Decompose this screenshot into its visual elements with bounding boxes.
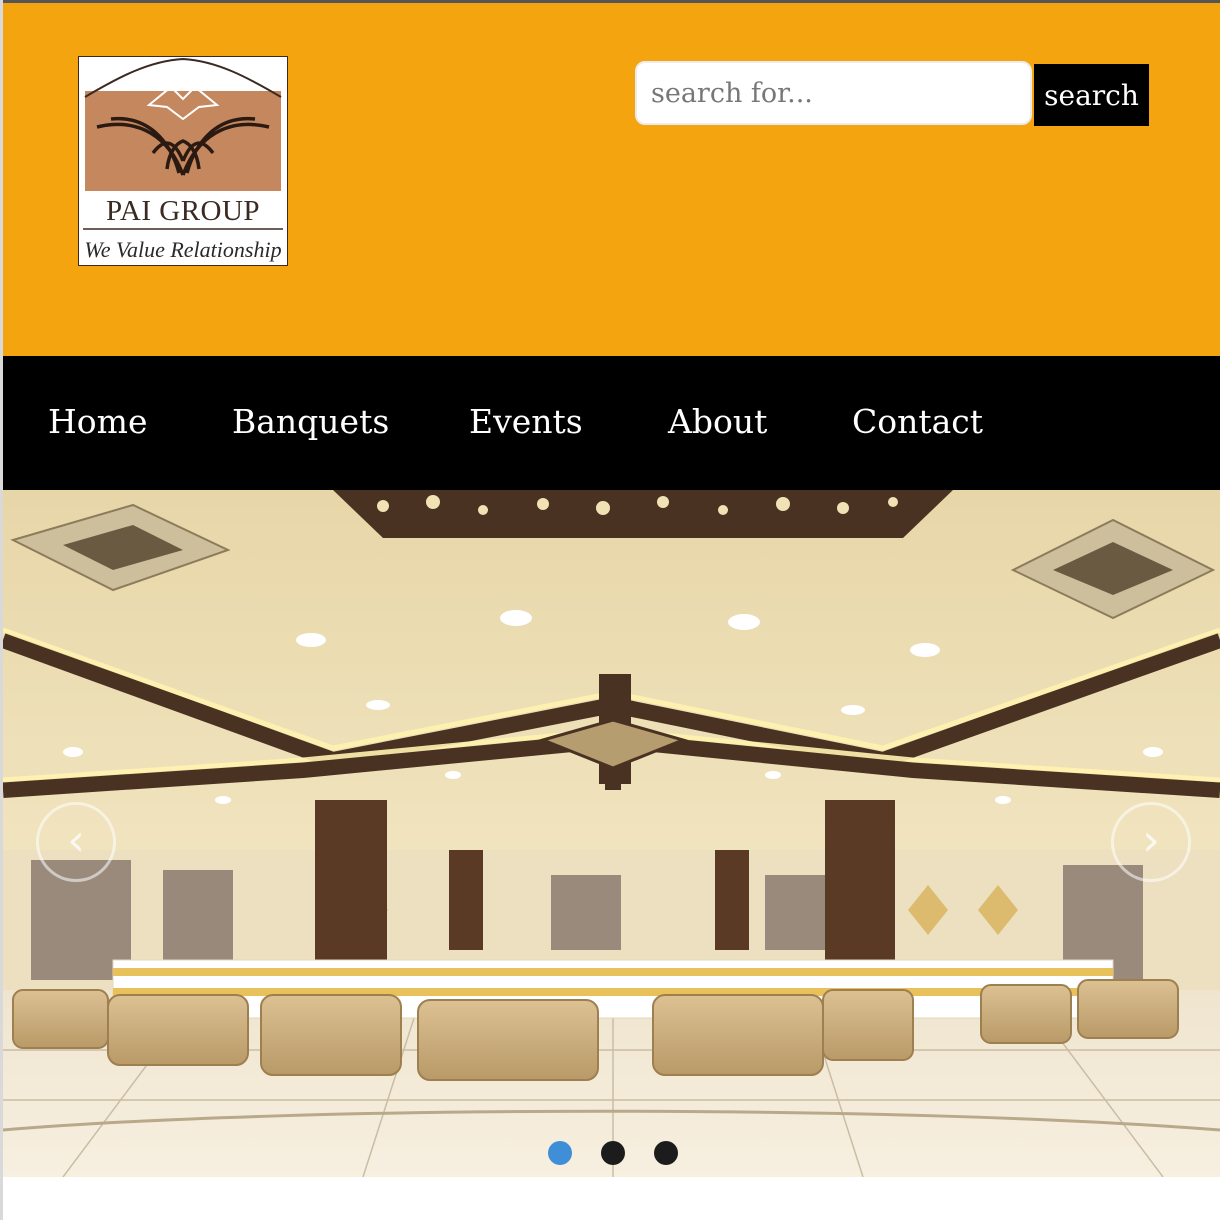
- search-input[interactable]: [635, 61, 1032, 125]
- pai-group-emblem-icon: [83, 57, 283, 230]
- logo-tagline: We Value Relationship: [84, 237, 282, 262]
- site-logo[interactable]: PAI GROUP We Value Relationship: [78, 56, 288, 266]
- carousel-dot-2[interactable]: [601, 1141, 625, 1165]
- nav-item-banquets[interactable]: Banquets: [232, 402, 389, 442]
- carousel-dot-1[interactable]: [548, 1141, 572, 1165]
- nav-item-contact[interactable]: Contact: [852, 402, 983, 442]
- carousel-dot-3[interactable]: [654, 1141, 678, 1165]
- nav-item-home[interactable]: Home: [48, 402, 147, 442]
- hero-carousel: ‹ ›: [3, 490, 1220, 1177]
- banquet-hall-slide-image: [3, 490, 1220, 1177]
- main-navigation: Home Banquets Events About Contact: [3, 356, 1220, 490]
- nav-item-about[interactable]: About: [668, 402, 767, 442]
- site-header: PAI GROUP We Value Relationship search: [3, 3, 1220, 356]
- chevron-right-icon[interactable]: ›: [1111, 802, 1191, 882]
- search-button[interactable]: search: [1034, 64, 1149, 126]
- logo-wordmark: PAI GROUP: [105, 195, 261, 227]
- chevron-left-icon[interactable]: ‹: [36, 802, 116, 882]
- page-content-start: [3, 1177, 1220, 1220]
- nav-item-events[interactable]: Events: [469, 402, 583, 442]
